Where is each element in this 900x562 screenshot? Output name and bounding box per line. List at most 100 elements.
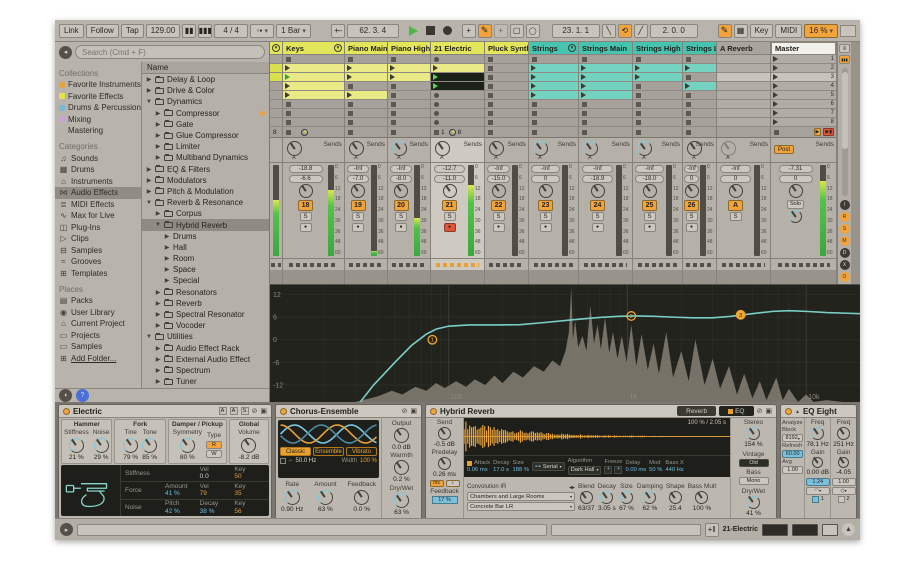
hpf-value[interactable]: 50.0 Hz bbox=[296, 458, 317, 464]
arm-record-button[interactable]: ● bbox=[352, 223, 364, 232]
chevron-right-icon[interactable]: ▶ bbox=[155, 154, 161, 161]
damping-knob[interactable] bbox=[643, 491, 656, 504]
send-a-knob[interactable] bbox=[435, 141, 450, 156]
track-activator-button[interactable]: 22 bbox=[491, 200, 506, 211]
tree-item[interactable]: ▶Drive & Color bbox=[142, 85, 269, 96]
quantization-menu[interactable]: 1 Bar bbox=[276, 24, 311, 38]
clip-slot[interactable] bbox=[485, 55, 528, 64]
tree-item[interactable]: ▶Room bbox=[142, 253, 269, 264]
clip-slot[interactable] bbox=[579, 91, 632, 100]
mixer-section-toggle-r[interactable]: R bbox=[840, 212, 850, 222]
clip-slot[interactable] bbox=[529, 82, 578, 91]
peak-level-display[interactable]: -12.7 bbox=[434, 165, 465, 173]
browser-back-icon[interactable]: ◂ bbox=[59, 46, 72, 59]
band2-gain-knob[interactable] bbox=[838, 457, 849, 468]
track-stop-row[interactable] bbox=[388, 127, 430, 138]
routing-select[interactable]: ⊶Serial▾ bbox=[532, 462, 565, 471]
chevron-down-icon[interactable]: ▼ bbox=[146, 334, 152, 340]
clip-slot[interactable] bbox=[345, 100, 387, 109]
mixer-section-toggle-m[interactable]: M bbox=[840, 236, 850, 246]
clip-slot[interactable] bbox=[431, 118, 484, 127]
electric-cell[interactable]: Key50 bbox=[234, 466, 269, 481]
decay-knob[interactable] bbox=[600, 491, 613, 504]
info-icon[interactable]: ? bbox=[76, 389, 89, 402]
clip-slot[interactable] bbox=[717, 100, 770, 109]
clip-slot[interactable] bbox=[431, 109, 484, 118]
bass-mono-button[interactable]: Mono bbox=[739, 477, 769, 485]
clip-slot[interactable] bbox=[717, 55, 770, 64]
send-a-knob[interactable] bbox=[721, 141, 736, 156]
track-stop-row[interactable]: 8 bbox=[270, 127, 282, 138]
sidebar-item-place[interactable]: ▭Projects bbox=[55, 330, 141, 342]
device-chain-thumbnail[interactable] bbox=[792, 524, 818, 536]
track-stop-row[interactable] bbox=[717, 127, 770, 138]
clip-slot[interactable] bbox=[683, 73, 716, 82]
arrangement-position-set-button[interactable] bbox=[331, 24, 345, 38]
clip-slot[interactable] bbox=[345, 55, 387, 64]
electric-cell[interactable]: Key56 bbox=[234, 500, 269, 515]
tree-item[interactable]: ▶Glue Compressor bbox=[142, 130, 269, 141]
band1-filter-type-select[interactable]: ◠▾ bbox=[806, 487, 830, 495]
chevron-right-icon[interactable]: ▶ bbox=[146, 87, 152, 94]
solo-button[interactable]: S bbox=[730, 212, 742, 221]
sidebar-item-place[interactable]: ▤Packs bbox=[55, 295, 141, 307]
chevron-right-icon[interactable]: ▶ bbox=[164, 233, 170, 240]
time-signature-display[interactable]: 4 / 4 bbox=[214, 24, 248, 38]
scrollbar-thumb[interactable] bbox=[842, 72, 848, 149]
session-scrollbar[interactable] bbox=[842, 68, 848, 196]
punch-out-button[interactable] bbox=[634, 24, 648, 38]
dry-wet-knob[interactable] bbox=[747, 496, 760, 509]
hot-swap-icon[interactable] bbox=[757, 407, 763, 415]
clip-slot[interactable] bbox=[431, 100, 484, 109]
send-knob[interactable] bbox=[438, 427, 451, 440]
peak-level-display[interactable]: -Inf bbox=[390, 165, 412, 173]
send-a-knob[interactable] bbox=[349, 141, 364, 156]
volume-display[interactable]: -7.0 bbox=[347, 175, 369, 183]
tree-item[interactable]: ▼Dynamics bbox=[142, 96, 269, 107]
block-select[interactable]: 8192▾ bbox=[782, 434, 803, 442]
solo-button[interactable]: S bbox=[444, 212, 456, 221]
tree-item[interactable]: ▶Pitch & Modulation bbox=[142, 186, 269, 197]
chevron-right-icon[interactable]: ▶ bbox=[155, 300, 161, 307]
send-a-knob[interactable] bbox=[533, 141, 548, 156]
clip-slot[interactable] bbox=[270, 64, 282, 73]
hpf-enable-checkbox[interactable] bbox=[280, 458, 286, 464]
preview-headphone-icon[interactable]: ◖ bbox=[59, 389, 72, 402]
track-stop-row[interactable] bbox=[345, 127, 387, 138]
sidebar-item-place[interactable]: ⊞Add Folder... bbox=[55, 353, 141, 365]
pickup-type-w-button[interactable]: W bbox=[206, 450, 222, 458]
peak-level-display[interactable]: -18.8 bbox=[289, 165, 323, 173]
loop-button[interactable] bbox=[618, 24, 632, 38]
clip-slot[interactable] bbox=[431, 82, 484, 91]
electric-cell[interactable]: Vel0.0 bbox=[200, 466, 235, 481]
clip-slot[interactable] bbox=[388, 55, 430, 64]
band1-enable-checkbox[interactable] bbox=[812, 496, 819, 503]
tree-item[interactable]: ▶Special bbox=[142, 275, 269, 286]
sync-mode-button[interactable]: ♪ bbox=[446, 480, 460, 487]
chevron-right-icon[interactable]: ▶ bbox=[155, 345, 161, 352]
peak-level-display[interactable]: -Inf bbox=[684, 165, 698, 173]
send-a-knob[interactable] bbox=[637, 141, 652, 156]
solo-button[interactable]: Solo bbox=[787, 200, 804, 209]
preview-volume-knob[interactable] bbox=[789, 210, 802, 223]
track-header[interactable]: 21 Electric bbox=[431, 42, 484, 55]
tree-item[interactable]: ▶Vocoder bbox=[142, 320, 269, 331]
sidebar-item-plug-ins[interactable]: ◫Plug-Ins bbox=[55, 222, 141, 234]
automation-arm-button[interactable] bbox=[478, 24, 492, 38]
track-header[interactable]: Strings High bbox=[633, 42, 682, 55]
stop-all-clips-button[interactable]: ▶ bbox=[814, 128, 822, 136]
volume-display[interactable]: -8.0 bbox=[390, 175, 412, 183]
midi-overdub-button[interactable] bbox=[462, 24, 476, 38]
clip-slot[interactable] bbox=[388, 118, 430, 127]
chevron-right-icon[interactable]: ▶ bbox=[146, 166, 152, 173]
track-header[interactable]: Pluck Synth bbox=[485, 42, 528, 55]
clip-slot[interactable] bbox=[579, 109, 632, 118]
play-button[interactable] bbox=[409, 26, 418, 36]
clip-slot[interactable] bbox=[683, 64, 716, 73]
track-header[interactable]: Strings▾ bbox=[529, 42, 578, 55]
save-preset-icon[interactable] bbox=[410, 407, 417, 415]
solo-button[interactable]: S bbox=[300, 212, 312, 221]
pan-knob[interactable] bbox=[539, 184, 553, 198]
clip-slot[interactable] bbox=[579, 118, 632, 127]
volume-display[interactable]: 0 bbox=[779, 175, 813, 183]
